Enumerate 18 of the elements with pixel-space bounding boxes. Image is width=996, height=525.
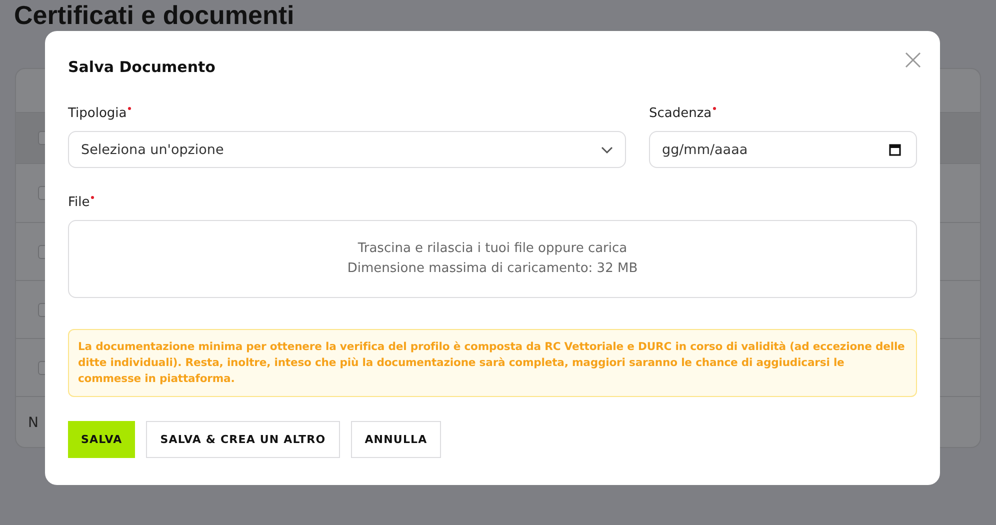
action-button[interactable]: ANNULLA — [350, 421, 442, 458]
action-button[interactable]: SALVA & CREA UN ALTRO — [146, 421, 340, 458]
save-button[interactable]: SALVA — [68, 421, 136, 458]
table-footer-text: N — [28, 415, 38, 431]
date-field[interactable]: gg/mm/aaaa — [649, 131, 917, 168]
field-label: Tipologia — [68, 105, 127, 123]
field-label: Scadenza — [649, 105, 712, 123]
warning-notice: La documentazione minima per ottenere la verifica del profilo è composta da RC Vettoriale e DURC in corso di validità (ad eccezione delle ditte individuali). Resta, inoltre, inteso che più la documentazione sarà completa, maggiori saranno le chance di aggiudicarsi le commesse in piattaforma. — [68, 329, 917, 397]
dialog-title: Salva Documento — [68, 57, 216, 77]
close-button[interactable] — [904, 51, 922, 69]
page-title: Certificati e documenti — [14, 1, 296, 29]
select-field[interactable]: Seleziona un'opzione — [68, 131, 626, 168]
dropzone-text: Trascina e rilascia i tuoi file oppure carica — [358, 240, 628, 258]
calendar-icon[interactable] — [889, 143, 901, 156]
field-label: File — [68, 194, 90, 212]
dropzone-text: Dimensione massima di caricamento: 32 MB — [347, 260, 638, 278]
chevron-down-icon — [601, 146, 613, 154]
file-dropzone[interactable]: Trascina e rilascia i tuoi file oppure carica Dimensione massima di caricamento: 32 MB — [68, 220, 917, 298]
